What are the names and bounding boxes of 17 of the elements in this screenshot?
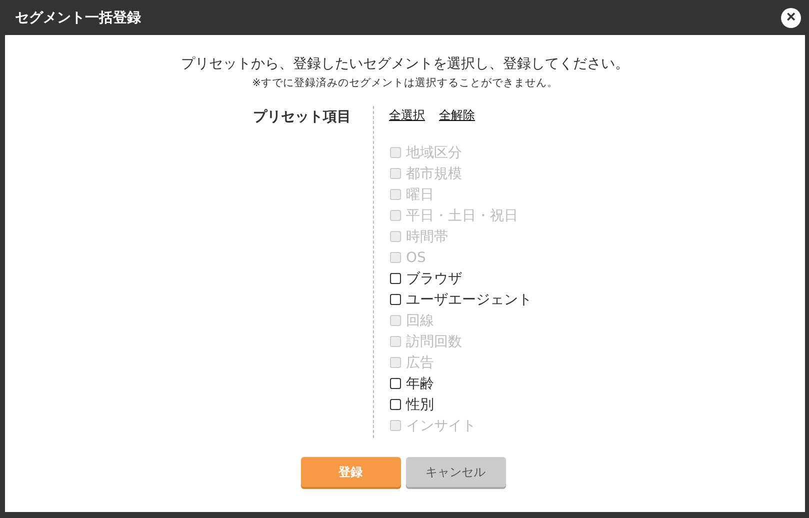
- register-button[interactable]: 登録: [300, 457, 400, 487]
- select-link[interactable]: 全解除: [439, 106, 475, 124]
- checkbox[interactable]: [390, 378, 401, 389]
- instruction-text: プリセットから、登録したいセグメントを選択し、登録してください。: [181, 55, 629, 73]
- select-link[interactable]: 全選択: [389, 106, 425, 124]
- checkbox-label[interactable]: 年齢: [406, 374, 434, 392]
- checkbox[interactable]: [390, 399, 401, 410]
- cancel-button[interactable]: キャンセル: [406, 457, 506, 487]
- checkbox-label[interactable]: 性別: [406, 396, 434, 414]
- checkbox[interactable]: [390, 294, 401, 305]
- section-label: プリセット項目: [252, 108, 352, 126]
- dialog-title: セグメント一括登録: [15, 8, 141, 26]
- checkbox[interactable]: [390, 273, 401, 284]
- note-text: ※すでに登録済みのセグメントは選択することができません。: [252, 76, 558, 90]
- close-button[interactable]: ×: [781, 8, 801, 28]
- checkbox-label[interactable]: ユーザエージェント: [406, 290, 532, 308]
- checkbox-label[interactable]: ブラウザ: [406, 270, 462, 288]
